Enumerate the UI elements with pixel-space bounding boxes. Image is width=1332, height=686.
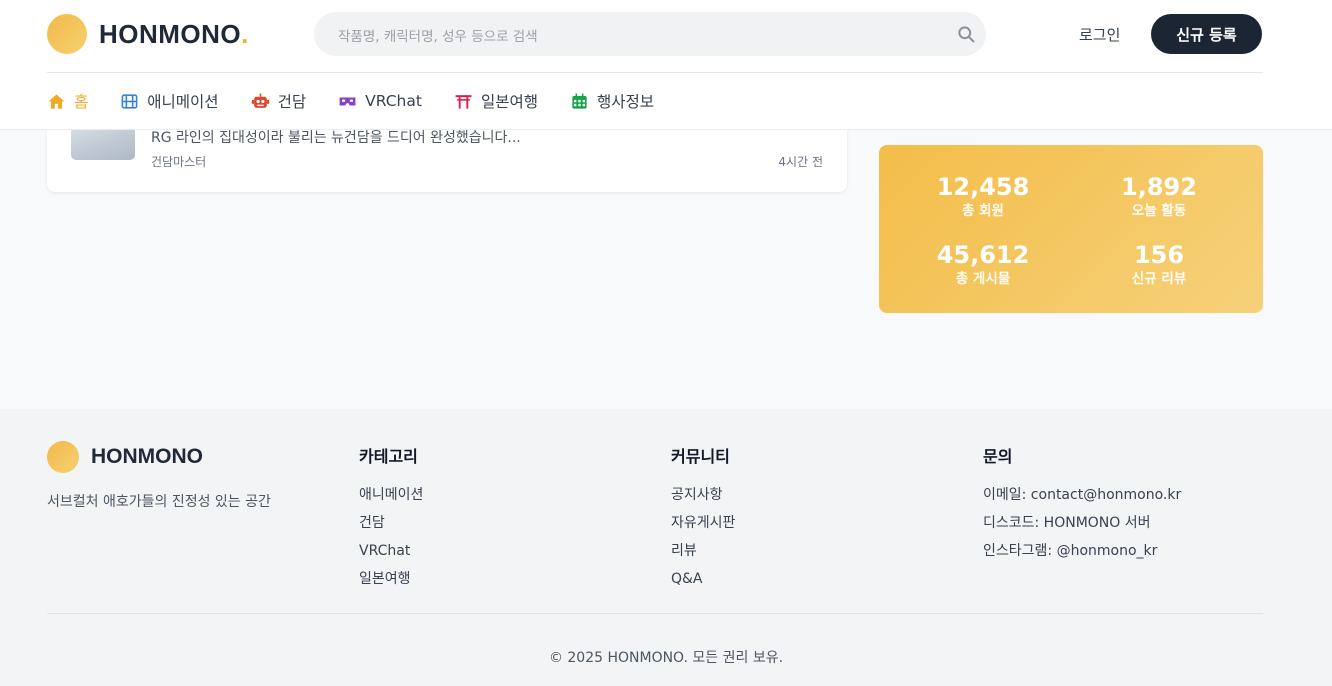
search-icon[interactable] xyxy=(956,24,976,44)
nav-item-gundam[interactable]: 건담 xyxy=(251,90,307,112)
logo-mark xyxy=(47,14,87,54)
stat-label: 총 게시물 xyxy=(955,271,1011,287)
nav-item-vrchat[interactable]: VRChat xyxy=(338,92,422,111)
site-header: HONMONO. 작품명, 캐릭터명, 성우 등으로 검색 로그인 신규 등록 … xyxy=(0,0,1332,130)
community-stats-panel: 12,458 총 회원 1,892 오늘 활동 45,612 총 게시물 156… xyxy=(879,145,1263,313)
signup-button[interactable]: 신규 등록 xyxy=(1151,14,1262,54)
post-excerpt[interactable]: RG 라인의 집대성이라 불리는 뉴건담을 드디어 완성했습니다... xyxy=(151,127,521,147)
robot-icon xyxy=(251,93,269,108)
footer-logo[interactable]: HONMONO xyxy=(47,441,203,473)
footer-column-community: 커뮤니티 공지사항 자유게시판 리뷰 Q&A xyxy=(671,443,735,593)
footer-contact-discord[interactable]: 디스코드: HONMONO 서버 xyxy=(983,509,1181,537)
nav-item-animation[interactable]: 애니메이션 xyxy=(120,90,219,112)
login-link[interactable]: 로그인 xyxy=(1079,24,1120,45)
footer-link-notices[interactable]: 공지사항 xyxy=(671,481,735,509)
vr-headset-icon xyxy=(339,97,356,105)
stat-value: 45,612 xyxy=(936,241,1030,269)
footer-tagline: 서브컬처 애호가들의 진정성 있는 공간 xyxy=(47,494,271,510)
stat-total-members: 12,458 총 회원 xyxy=(903,172,1063,220)
film-icon xyxy=(121,93,138,109)
nav-item-japan-travel[interactable]: 일본여행 xyxy=(454,90,538,112)
nav-item-label: 건담 xyxy=(277,93,307,111)
footer-link-free-board[interactable]: 자유게시판 xyxy=(671,509,735,537)
footer-column-contact: 문의 이메일: contact@honmono.kr 디스코드: HONMONO… xyxy=(983,443,1181,565)
nav-item-events[interactable]: 행사정보 xyxy=(570,90,654,112)
stat-new-reviews: 156 신규 리뷰 xyxy=(1079,240,1239,288)
footer-link-animation[interactable]: 애니메이션 xyxy=(359,481,423,509)
torii-icon xyxy=(455,94,472,109)
nav-item-label: 애니메이션 xyxy=(147,93,219,111)
footer-column-title: 카테고리 xyxy=(359,447,418,466)
stat-label: 오늘 활동 xyxy=(1131,203,1187,219)
post-author[interactable]: 건담마스터 xyxy=(151,153,206,170)
logo-wordmark: HONMONO xyxy=(99,18,242,49)
main-nav: 홈 애니메이션 건담 VRChat 일본여행 행사정보 xyxy=(47,86,686,116)
stat-value: 156 xyxy=(1133,241,1185,269)
nav-item-label: 행사정보 xyxy=(596,93,655,111)
stat-today-activity: 1,892 오늘 활동 xyxy=(1079,172,1239,220)
footer-link-gundam[interactable]: 건담 xyxy=(359,509,423,537)
footer-link-reviews[interactable]: 리뷰 xyxy=(671,537,735,565)
footer-link-japan-travel[interactable]: 일본여행 xyxy=(359,565,423,593)
footer-link-qna[interactable]: Q&A xyxy=(671,565,735,593)
post-timestamp: 4시간 전 xyxy=(778,155,823,169)
search-input[interactable]: 작품명, 캐릭터명, 성우 등으로 검색 xyxy=(338,25,538,45)
search-bar[interactable]: 작품명, 캐릭터명, 성우 등으로 검색 xyxy=(314,12,986,56)
footer-contact-email[interactable]: 이메일: contact@honmono.kr xyxy=(983,481,1181,509)
stat-value: 12,458 xyxy=(936,173,1030,201)
nav-item-label: VRChat xyxy=(365,92,422,110)
site-footer: HONMONO 서브컬처 애호가들의 진정성 있는 공간 카테고리 애니메이션 … xyxy=(0,409,1332,686)
footer-column-title: 커뮤니티 xyxy=(671,447,730,466)
footer-link-vrchat[interactable]: VRChat xyxy=(359,537,423,565)
home-icon xyxy=(48,93,65,109)
footer-column-categories: 카테고리 애니메이션 건담 VRChat 일본여행 xyxy=(359,443,423,593)
stat-value: 1,892 xyxy=(1121,173,1197,201)
calendar-icon xyxy=(572,93,587,109)
stat-total-posts: 45,612 총 게시물 xyxy=(903,240,1063,288)
stat-label: 총 회원 xyxy=(962,203,1004,219)
top-bar: HONMONO. 작품명, 캐릭터명, 성우 등으로 검색 로그인 신규 등록 xyxy=(47,0,1263,73)
site-logo[interactable]: HONMONO. xyxy=(47,14,249,54)
nav-item-home[interactable]: 홈 xyxy=(47,90,88,112)
footer-copyright: © 2025 HONMONO. 모든 권리 보유. xyxy=(548,650,784,666)
logo-dot: . xyxy=(241,18,249,49)
nav-item-label: 일본여행 xyxy=(480,93,538,111)
footer-contact-instagram[interactable]: 인스타그램: @honmono_kr xyxy=(983,537,1181,565)
footer-logo-text: HONMONO xyxy=(91,445,203,468)
footer-logo-mark xyxy=(47,441,79,473)
nav-item-label: 홈 xyxy=(74,93,89,111)
stat-label: 신규 리뷰 xyxy=(1131,271,1187,287)
footer-divider xyxy=(47,613,1263,614)
footer-column-title: 문의 xyxy=(983,447,1013,466)
logo-text: HONMONO. xyxy=(99,19,249,50)
